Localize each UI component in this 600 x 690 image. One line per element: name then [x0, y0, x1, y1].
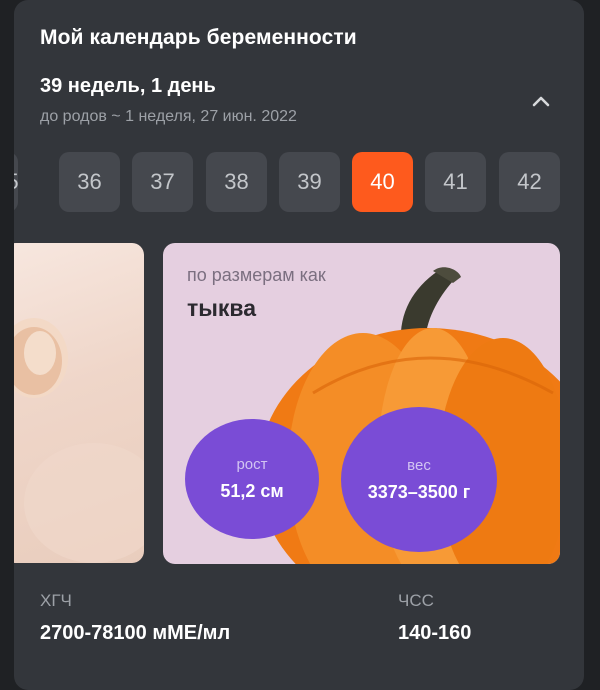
week-selector: 5 36 37 38 39 40 41 42 — [14, 152, 584, 212]
heart-rate-value: 140-160 — [398, 622, 472, 644]
hcg-label: ХГЧ — [40, 591, 72, 610]
weight-bubble: вес 3373–3500 г — [341, 407, 497, 552]
hcg-value: 2700-78100 мМЕ/мл — [40, 622, 231, 644]
current-week-header[interactable]: 39 недель, 1 день до родов ~ 1 неделя, 2… — [40, 75, 560, 135]
weight-value: 3373–3500 г — [367, 481, 471, 502]
week-chip-40-selected[interactable]: 40 — [352, 152, 413, 212]
chevron-up-icon[interactable] — [532, 95, 550, 107]
week-chip-37[interactable]: 37 — [132, 152, 193, 212]
page-title: Мой календарь беременности — [40, 26, 357, 49]
week-chip-35[interactable]: 5 — [14, 152, 19, 212]
week-chip-41[interactable]: 41 — [425, 152, 486, 212]
week-chip-label: 5 — [14, 169, 19, 195]
current-week-title: 39 недель, 1 день — [40, 75, 216, 97]
size-caption: по размерам как — [187, 265, 326, 285]
fruit-size-card[interactable]: по размерам как тыква рост 51,2 см вес 3… — [163, 243, 560, 564]
baby-photo-card[interactable] — [14, 243, 144, 563]
week-chip-39[interactable]: 39 — [279, 152, 340, 212]
due-date-subtitle: до родов ~ 1 неделя, 27 июн. 2022 — [40, 108, 297, 125]
height-bubble: рост 51,2 см — [185, 419, 319, 539]
weight-label: вес — [407, 456, 431, 474]
heart-rate-label: ЧСС — [398, 591, 434, 610]
week-chip-38[interactable]: 38 — [206, 152, 267, 212]
height-label: рост — [236, 456, 268, 473]
pregnancy-calendar-card: Мой календарь беременности 39 недель, 1 … — [14, 0, 584, 690]
week-chip-36[interactable]: 36 — [59, 152, 120, 212]
fruit-name: тыква — [187, 295, 257, 321]
baby-photo-image — [14, 318, 144, 563]
height-value: 51,2 см — [220, 481, 284, 501]
week-chip-42[interactable]: 42 — [499, 152, 560, 212]
